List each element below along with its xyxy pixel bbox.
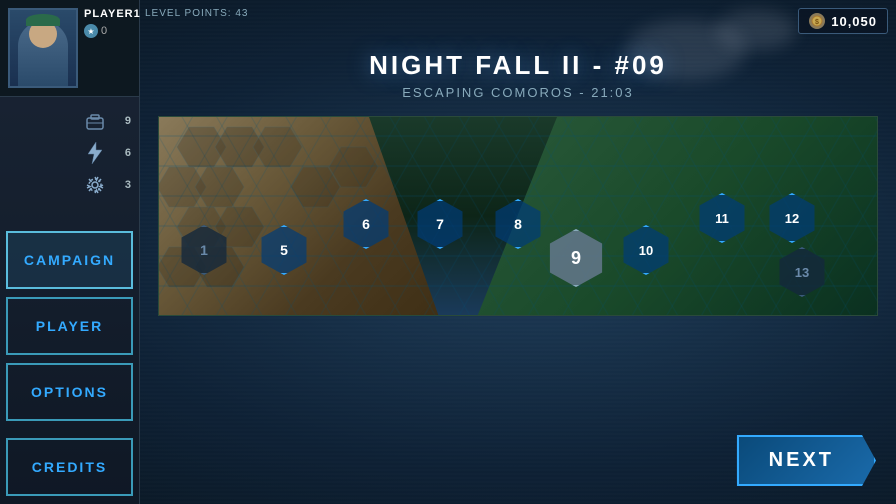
- player-area: PLAYER1 ★ 0: [0, 0, 139, 97]
- map-node-8[interactable]: 8: [493, 199, 543, 249]
- campaign-button[interactable]: CAMPAIGN: [6, 231, 133, 289]
- gear-icon: [83, 173, 107, 197]
- player-info: PLAYER1 ★ 0: [84, 8, 141, 38]
- map-node-5[interactable]: 5: [259, 225, 309, 275]
- stat-value-gear: 3: [111, 179, 131, 191]
- sidebar: PLAYER1 ★ 0 9 6: [0, 0, 140, 504]
- credits-button[interactable]: CREDITS: [6, 438, 133, 496]
- next-label: NEXT: [769, 449, 834, 471]
- map-node-6[interactable]: 6: [341, 199, 391, 249]
- main-content: NIGHT FALL II - #09 ESCAPING COMOROS - 2…: [140, 0, 896, 504]
- stat-value-lightning: 6: [111, 147, 131, 159]
- currency-display: $ 10,050: [798, 8, 888, 34]
- map-node-13[interactable]: 13: [777, 247, 827, 297]
- map-node-1[interactable]: 1: [179, 225, 229, 275]
- coin-icon: $: [809, 13, 825, 29]
- player-name: PLAYER1: [84, 8, 141, 20]
- mission-subtitle: ESCAPING COMOROS - 21:03: [402, 85, 634, 100]
- lightning-icon: [83, 141, 107, 165]
- stat-row-gear: 3: [0, 169, 139, 201]
- player-button[interactable]: PLAYER: [6, 297, 133, 355]
- stat-row-lightning: 6: [0, 137, 139, 169]
- stat-row-briefcase: 9: [0, 105, 139, 137]
- campaign-label: CAMPAIGN: [24, 252, 115, 268]
- svg-text:$: $: [815, 19, 819, 26]
- map-container: 1 5 6 7 8 9 10 11 12: [158, 116, 878, 316]
- star-icon: ★: [84, 24, 98, 38]
- mission-title: NIGHT FALL II - #09: [369, 50, 667, 81]
- map-node-12[interactable]: 12: [767, 193, 817, 243]
- next-button[interactable]: NEXT: [737, 435, 876, 486]
- map-node-10[interactable]: 10: [621, 225, 671, 275]
- currency-value: 10,050: [831, 14, 877, 29]
- beret: [26, 14, 60, 26]
- map-node-11[interactable]: 11: [697, 193, 747, 243]
- map-node-9[interactable]: 9: [547, 229, 605, 287]
- avatar: [8, 8, 78, 88]
- briefcase-icon: [83, 109, 107, 133]
- options-label: OPTIONS: [31, 384, 108, 400]
- player-label: PLAYER: [36, 318, 104, 334]
- next-button-inner: NEXT: [737, 435, 876, 486]
- credits-label: CREDITS: [32, 459, 107, 475]
- player-stars: ★ 0: [84, 24, 141, 38]
- options-button[interactable]: OPTIONS: [6, 363, 133, 421]
- sidebar-stats: 9 6 3: [0, 97, 139, 227]
- level-points: LEVEL POINTS: 43: [145, 8, 248, 19]
- stat-value-briefcase: 9: [111, 115, 131, 127]
- star-count: 0: [101, 25, 107, 37]
- map-node-7[interactable]: 7: [415, 199, 465, 249]
